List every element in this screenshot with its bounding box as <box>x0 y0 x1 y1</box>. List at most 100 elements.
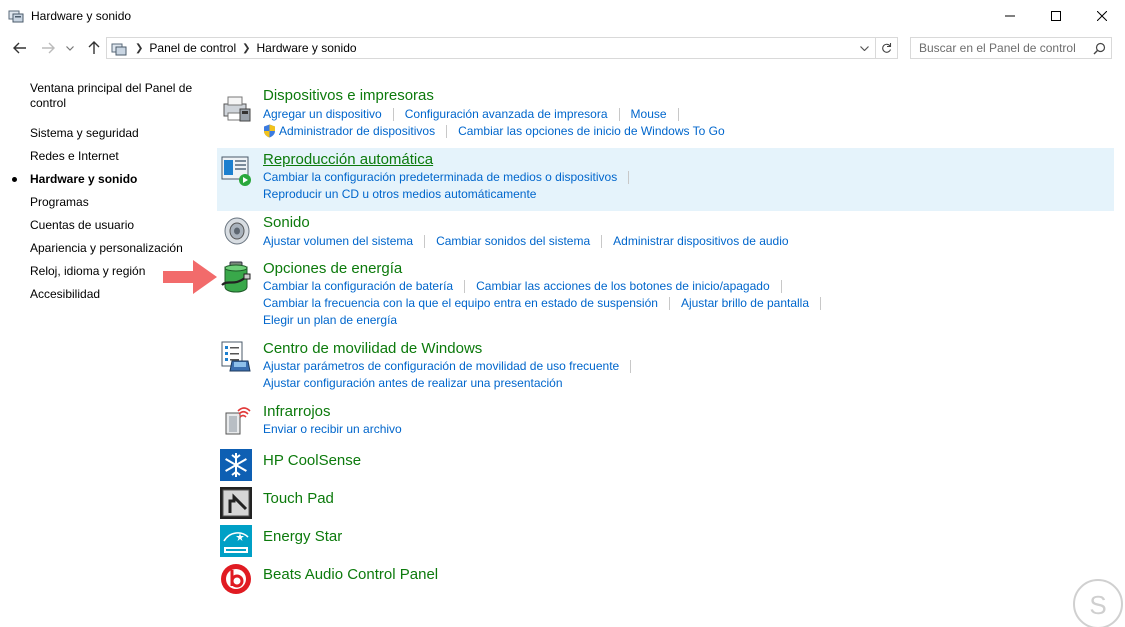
svg-text:S: S <box>1089 590 1106 620</box>
link-administrador-dispositivos[interactable]: Administrador de dispositivos <box>279 124 435 138</box>
section-title-sound[interactable]: Sonido <box>263 214 310 231</box>
sidebar-item-cuentas-usuario[interactable]: Cuentas de usuario <box>30 218 134 233</box>
breadcrumb: ❯ Panel de control ❯ Hardware y sonido <box>129 41 357 55</box>
link-divider <box>464 279 466 293</box>
link-config-avanzada-impresora[interactable]: Configuración avanzada de impresora <box>405 107 608 121</box>
battery-power-icon <box>221 261 251 293</box>
beats-logo-icon <box>221 564 251 594</box>
snowflake-icon <box>220 449 252 481</box>
section-mobility-center: Centro de movilidad de Windows Ajustar p… <box>217 338 1114 396</box>
forward-button[interactable] <box>38 38 58 58</box>
link-divider <box>677 107 679 121</box>
window-title: Hardware y sonido <box>31 9 132 23</box>
section-title-power[interactable]: Opciones de energía <box>263 260 402 277</box>
address-bar[interactable]: ❯ Panel de control ❯ Hardware y sonido <box>106 37 876 59</box>
autoplay-icon <box>221 156 251 186</box>
link-reproducir-cd[interactable]: Reproducir un CD u otros medios automáti… <box>263 187 536 201</box>
breadcrumb-separator[interactable]: ❯ <box>135 43 143 54</box>
section-title-beats[interactable]: Beats Audio Control Panel <box>263 566 438 583</box>
search-icon[interactable] <box>1093 42 1106 55</box>
control-panel-icon <box>111 43 127 56</box>
link-divider <box>392 107 394 121</box>
address-dropdown-button[interactable] <box>855 38 873 58</box>
section-title-devices[interactable]: Dispositivos e impresoras <box>263 87 434 104</box>
minimize-icon <box>1005 15 1015 16</box>
chevron-down-icon <box>66 45 74 51</box>
section-title-autoplay[interactable]: Reproducción automática <box>263 151 433 168</box>
link-agregar-dispositivo[interactable]: Agregar un dispositivo <box>263 107 382 121</box>
sidebar-item-reloj-idioma[interactable]: Reloj, idioma y región <box>30 264 145 279</box>
section-title-infrared[interactable]: Infrarrojos <box>263 403 331 420</box>
annotation-arrow-icon <box>163 260 217 294</box>
link-enviar-recibir-archivo[interactable]: Enviar o recibir un archivo <box>263 422 402 436</box>
touchpad-icon <box>220 487 252 519</box>
forward-arrow-icon <box>42 42 55 54</box>
back-button[interactable] <box>10 38 30 58</box>
section-title-touchpad[interactable]: Touch Pad <box>263 490 334 507</box>
search-box[interactable] <box>910 37 1112 59</box>
control-panel-icon <box>8 10 24 23</box>
section-devices-printers: Dispositivos e impresoras Agregar un dis… <box>217 84 1114 144</box>
link-plan-energia[interactable]: Elegir un plan de energía <box>263 313 397 327</box>
up-button[interactable] <box>84 38 104 58</box>
link-frecuencia-suspension[interactable]: Cambiar la frecuencia con la que el equi… <box>263 296 658 310</box>
sidebar-item-apariencia[interactable]: Apariencia y personalización <box>30 241 183 256</box>
uac-shield-icon <box>264 124 275 138</box>
link-divider <box>630 359 632 373</box>
link-parametros-movilidad[interactable]: Ajustar parámetros de configuración de m… <box>263 359 619 373</box>
section-sound: Sonido Ajustar volumen del sistema Cambi… <box>217 212 1114 254</box>
link-administrar-audio[interactable]: Administrar dispositivos de audio <box>613 234 788 248</box>
maximize-icon <box>1051 10 1061 21</box>
refresh-icon <box>882 43 892 53</box>
search-input[interactable] <box>919 41 1099 55</box>
section-title-coolsense[interactable]: HP CoolSense <box>263 452 361 469</box>
link-divider <box>446 124 448 138</box>
energy-star-logo-icon <box>220 525 252 557</box>
recent-locations-button[interactable] <box>63 38 77 58</box>
link-windows-to-go[interactable]: Cambiar las opciones de inicio de Window… <box>458 124 725 138</box>
breadcrumb-hardware-y-sonido[interactable]: Hardware y sonido <box>257 41 357 55</box>
sidebar-item-hardware-sonido[interactable]: Hardware y sonido <box>30 172 137 187</box>
maximize-button[interactable] <box>1033 0 1079 31</box>
section-autoplay: Reproducción automática Cambiar la confi… <box>217 148 1114 211</box>
link-divider <box>780 279 782 293</box>
sidebar-item-sistema-seguridad[interactable]: Sistema y seguridad <box>30 126 139 141</box>
refresh-button[interactable] <box>876 37 898 59</box>
section-energy-star: Energy Star <box>217 524 1114 558</box>
link-divider <box>424 234 426 248</box>
link-ajustar-volumen[interactable]: Ajustar volumen del sistema <box>263 234 413 248</box>
watermark-logo-icon: S <box>1073 579 1123 627</box>
section-hp-coolsense: HP CoolSense <box>217 448 1114 482</box>
link-brillo-pantalla[interactable]: Ajustar brillo de pantalla <box>681 296 809 310</box>
section-touchpad: Touch Pad <box>217 486 1114 520</box>
link-config-bateria[interactable]: Cambiar la configuración de batería <box>263 279 453 293</box>
sidebar-item-redes-internet[interactable]: Redes e Internet <box>30 149 119 164</box>
up-arrow-icon <box>88 41 100 54</box>
sidebar-item-panel-principal[interactable]: Ventana principal del Panel de control <box>30 81 200 111</box>
close-button[interactable] <box>1079 0 1125 31</box>
back-arrow-icon <box>13 42 26 54</box>
sidebar-item-accesibilidad[interactable]: Accesibilidad <box>30 287 100 302</box>
link-cambiar-sonidos[interactable]: Cambiar sonidos del sistema <box>436 234 590 248</box>
link-config-presentacion[interactable]: Ajustar configuración antes de realizar … <box>263 376 563 390</box>
title-bar: Hardware y sonido <box>0 0 1125 32</box>
speaker-icon <box>224 217 250 245</box>
section-title-energy-star[interactable]: Energy Star <box>263 528 342 545</box>
printer-icon <box>223 96 251 122</box>
breadcrumb-separator[interactable]: ❯ <box>242 43 250 54</box>
infrared-icon <box>225 407 251 435</box>
link-mouse[interactable]: Mouse <box>631 107 667 121</box>
mobility-center-icon <box>221 341 251 372</box>
close-icon <box>1097 10 1107 21</box>
breadcrumb-panel-de-control[interactable]: Panel de control <box>149 41 236 55</box>
section-power-options: Opciones de energía Cambiar la configura… <box>217 258 1114 334</box>
link-divider <box>618 107 620 121</box>
link-config-predeterminada-medios[interactable]: Cambiar la configuración predeterminada … <box>263 170 617 184</box>
sidebar-item-programas[interactable]: Programas <box>30 195 89 210</box>
minimize-button[interactable] <box>987 0 1033 31</box>
section-title-mobility[interactable]: Centro de movilidad de Windows <box>263 340 482 357</box>
link-acciones-botones[interactable]: Cambiar las acciones de los botones de i… <box>476 279 770 293</box>
chevron-down-icon <box>859 45 869 51</box>
section-infrared: Infrarrojos Enviar o recibir un archivo <box>217 401 1114 441</box>
link-divider <box>820 296 822 310</box>
